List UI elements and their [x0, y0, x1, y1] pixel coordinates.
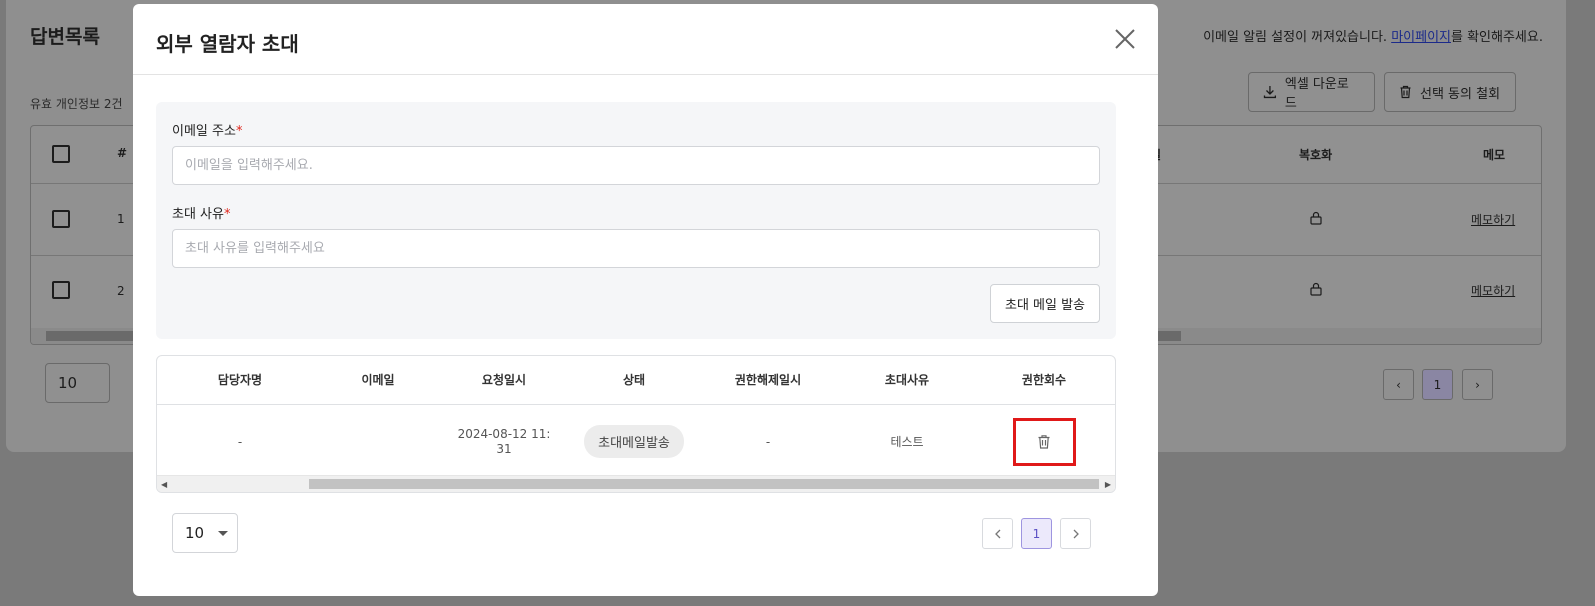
- page-button[interactable]: 1: [1422, 369, 1453, 400]
- status-badge: 초대메일발송: [584, 425, 684, 458]
- reason-label-text: 초대 사유: [172, 207, 224, 222]
- scroll-right-icon[interactable]: ▶: [1105, 480, 1111, 489]
- col-email: 이메일: [361, 373, 395, 387]
- row-checkbox[interactable]: [52, 281, 70, 299]
- lock-icon[interactable]: [1310, 282, 1322, 296]
- row-checkbox[interactable]: [52, 210, 70, 228]
- invite-form: 이메일 주소* 초대 사유* 초대 메일 발송: [156, 102, 1116, 339]
- page-title: 답변목록: [30, 26, 100, 48]
- requested-at-line2: 31: [496, 441, 512, 456]
- horizontal-scrollbar[interactable]: ◀ ▶: [157, 475, 1115, 492]
- col-memo: 메모: [1483, 148, 1506, 162]
- chevron-right-icon: [1073, 529, 1079, 538]
- scroll-left-icon[interactable]: ◀: [161, 480, 167, 489]
- invitee-table: 담당자명 이메일 요청일시 상태 권한해제일시 초대사유 권한회수 - 2024…: [156, 355, 1116, 493]
- reason-input[interactable]: [172, 229, 1100, 268]
- next-page-button[interactable]: [1060, 518, 1091, 549]
- email-label: 이메일 주소*: [172, 120, 242, 139]
- scrollbar-thumb[interactable]: [309, 479, 1099, 489]
- email-notice: 이메일 알림 설정이 꺼져있습니다. 마이페이지를 확인해주세요.: [1203, 26, 1543, 45]
- prev-page-button[interactable]: [982, 518, 1013, 549]
- col-revoke: 권한회수: [1021, 373, 1067, 387]
- cell-requested-at: 2024-08-12 11: 31: [433, 406, 575, 477]
- page-button[interactable]: 1: [1021, 518, 1052, 549]
- notice-suffix: 를 확인해주세요.: [1451, 30, 1543, 45]
- memo-link[interactable]: 메모하기: [1471, 211, 1515, 228]
- page-size-select[interactable]: 10: [172, 513, 238, 553]
- cell-reason: 테스트: [890, 435, 924, 449]
- table-row: - 2024-08-12 11: 31 초대메일발송 - 테스트: [157, 406, 1115, 477]
- valid-count: 유효 개인정보 2건: [30, 97, 123, 111]
- revoke-permission-button[interactable]: [1012, 417, 1076, 466]
- chevron-left-icon: [994, 529, 1000, 538]
- mypage-link[interactable]: 마이페이지: [1391, 30, 1451, 45]
- withdraw-consent-button[interactable]: 선택 동의 철회: [1384, 72, 1516, 112]
- withdraw-consent-label: 선택 동의 철회: [1420, 86, 1501, 102]
- page-size-select[interactable]: 10: [45, 363, 110, 403]
- col-number: #: [117, 146, 128, 160]
- select-all-checkbox[interactable]: [52, 145, 70, 163]
- cell-manager: -: [237, 434, 243, 449]
- lock-icon[interactable]: [1310, 211, 1322, 225]
- next-page-button[interactable]: ›: [1462, 369, 1493, 400]
- col-status: 상태: [622, 373, 646, 387]
- send-invite-button[interactable]: 초대 메일 발송: [990, 284, 1100, 323]
- table-header: 담당자명 이메일 요청일시 상태 권한해제일시 초대사유 권한회수: [157, 356, 1115, 405]
- cell-email: [323, 406, 433, 477]
- cell-status: 초대메일발송: [575, 406, 693, 477]
- row-number: 2: [117, 284, 125, 298]
- download-icon: [1263, 86, 1277, 99]
- reason-label: 초대 사유*: [172, 203, 230, 222]
- invite-modal: 외부 열람자 초대 이메일 주소* 초대 사유* 초대 메일 발송 담당자명 이…: [133, 4, 1158, 596]
- excel-download-button[interactable]: 엑셀 다운로드: [1248, 72, 1375, 112]
- notice-text: 이메일 알림 설정이 꺼져있습니다.: [1203, 30, 1392, 45]
- page-size-value: 10: [185, 524, 205, 542]
- email-input[interactable]: [172, 146, 1100, 185]
- email-label-text: 이메일 주소: [172, 124, 236, 139]
- trash-icon: [1038, 434, 1050, 449]
- memo-link[interactable]: 메모하기: [1471, 282, 1515, 299]
- trash-icon: [1400, 85, 1411, 99]
- col-manager: 담당자명: [217, 373, 263, 387]
- excel-download-label: 엑셀 다운로드: [1284, 77, 1349, 111]
- col-reason: 초대사유: [884, 373, 930, 387]
- close-icon[interactable]: [1112, 26, 1138, 52]
- required-mark: *: [223, 207, 231, 222]
- required-mark: *: [235, 124, 243, 139]
- cell-revoke: [971, 406, 1115, 477]
- col-decrypt: 복호화: [1299, 148, 1333, 162]
- cell-released-at: -: [765, 434, 771, 449]
- row-number: 1: [117, 212, 125, 226]
- col-released-at: 권한해제일시: [734, 373, 802, 387]
- col-requested-at: 요청일시: [481, 373, 527, 387]
- requested-at-line1: 2024-08-12 11:: [457, 426, 551, 441]
- chevron-down-icon: [218, 531, 228, 536]
- prev-page-button[interactable]: ‹: [1383, 369, 1414, 400]
- modal-header: 외부 열람자 초대: [133, 4, 1158, 75]
- modal-title: 외부 열람자 초대: [156, 32, 299, 56]
